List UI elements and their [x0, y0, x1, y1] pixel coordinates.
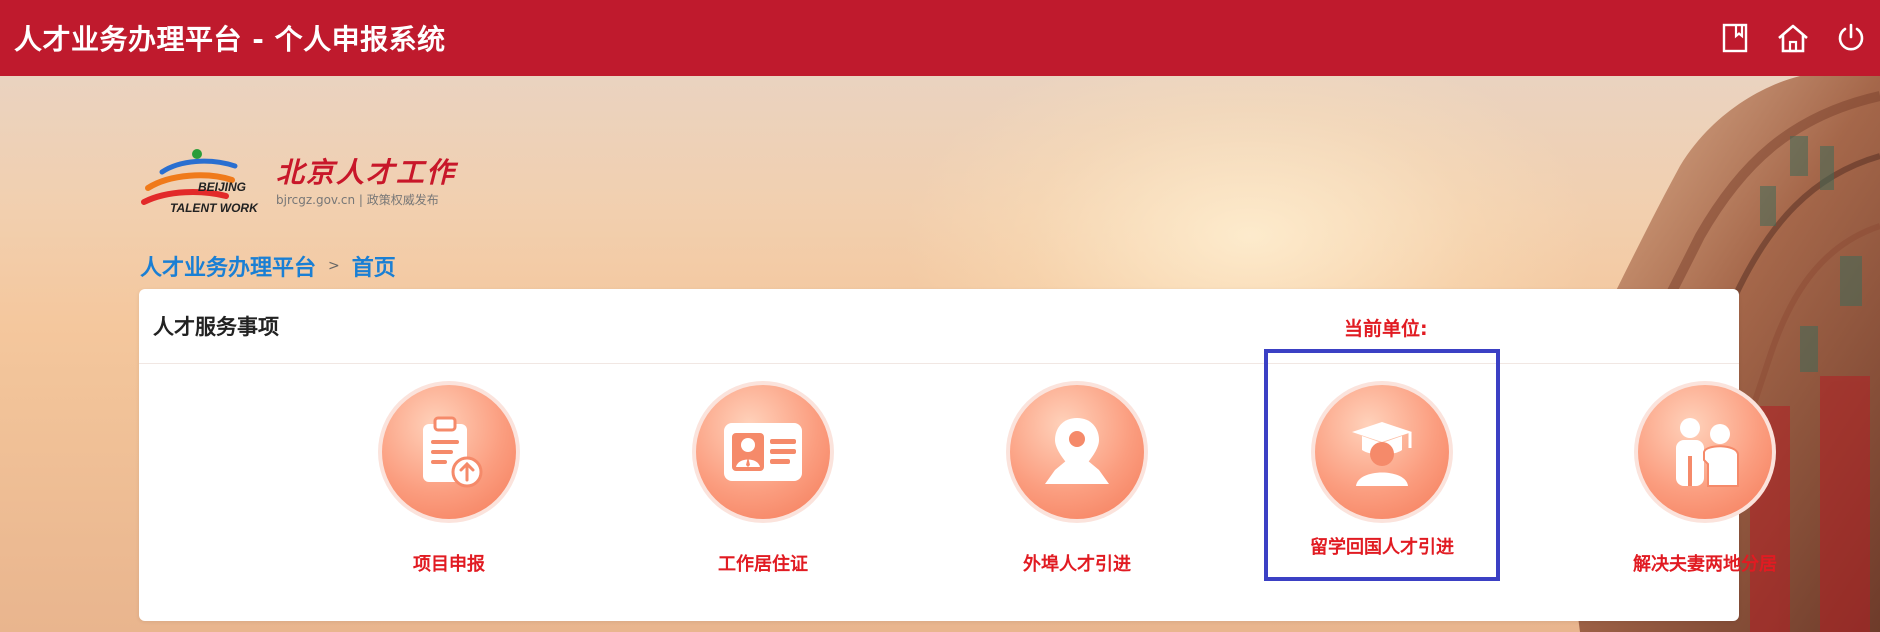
panel-title: 人才服务事项: [153, 315, 279, 339]
breadcrumb-separator: >: [328, 258, 340, 274]
bookmark-icon[interactable]: [1718, 21, 1752, 55]
top-icon-group: [1718, 0, 1868, 76]
logo-chinese-name: 北京人才工作: [276, 155, 457, 189]
service-icon-ring: [1311, 381, 1453, 523]
service-out-of-town-talent[interactable]: 外埠人才引进: [959, 364, 1195, 596]
service-icon-ring: [378, 381, 520, 523]
breadcrumb: 人才业务办理平台 > 首页: [140, 250, 396, 282]
svg-text:BEIJING: BEIJING: [198, 180, 246, 194]
svg-text:TALENT WORK: TALENT WORK: [170, 201, 259, 215]
couple-icon: [1676, 418, 1739, 487]
power-icon[interactable]: [1834, 21, 1868, 55]
service-label: 留学回国人才引进: [1310, 537, 1454, 558]
breadcrumb-home[interactable]: 首页: [352, 250, 396, 282]
id-card-icon: [724, 423, 802, 481]
logo: BEIJING TALENT WORK 北京人才工作 bjrcgz.gov.cn…: [140, 146, 456, 218]
current-unit-label: 当前单位:: [1344, 318, 1428, 340]
logo-url: bjrcgz.gov.cn | 政策权威发布: [276, 192, 439, 207]
home-icon[interactable]: [1776, 21, 1810, 55]
beijing-talent-logo-mark: BEIJING TALENT WORK: [141, 149, 259, 215]
clipboard-upload-icon: [423, 416, 483, 488]
hero-banner: BEIJING TALENT WORK 北京人才工作 bjrcgz.gov.cn…: [0, 76, 1880, 632]
service-grid: 项目申报 工作居住证 外埠人才引进 留学回国人才引进 解决夫妻两地分居: [139, 349, 1777, 621]
breadcrumb-platform[interactable]: 人才业务办理平台: [140, 250, 316, 282]
service-label: 外埠人才引进: [1023, 554, 1131, 575]
logo-text: 北京人才工作 bjrcgz.gov.cn | 政策权威发布: [276, 155, 457, 208]
map-pin-icon: [1045, 418, 1109, 484]
service-work-residence-permit[interactable]: 工作居住证: [645, 364, 881, 596]
service-icon-ring: [1634, 381, 1776, 523]
service-icon-ring: [692, 381, 834, 523]
service-label: 工作居住证: [718, 554, 808, 575]
services-panel: 人才服务事项 当前单位: 项目申报 工作居住证 外埠人才引进 留学回国人才引进 …: [139, 289, 1777, 621]
service-project-application[interactable]: 项目申报: [331, 364, 567, 596]
service-label: 解决夫妻两地分居: [1633, 554, 1777, 575]
service-spouse-reunion[interactable]: 解决夫妻两地分居: [1587, 364, 1823, 596]
service-returned-overseas-talent[interactable]: 留学回国人才引进: [1264, 349, 1500, 581]
service-label: 项目申报: [413, 554, 485, 575]
app-title: 人才业务办理平台 - 个人申报系统: [14, 23, 446, 56]
top-bar: 人才业务办理平台 - 个人申报系统: [0, 0, 1880, 76]
graduate-icon: [1352, 422, 1412, 486]
service-icon-ring: [1006, 381, 1148, 523]
